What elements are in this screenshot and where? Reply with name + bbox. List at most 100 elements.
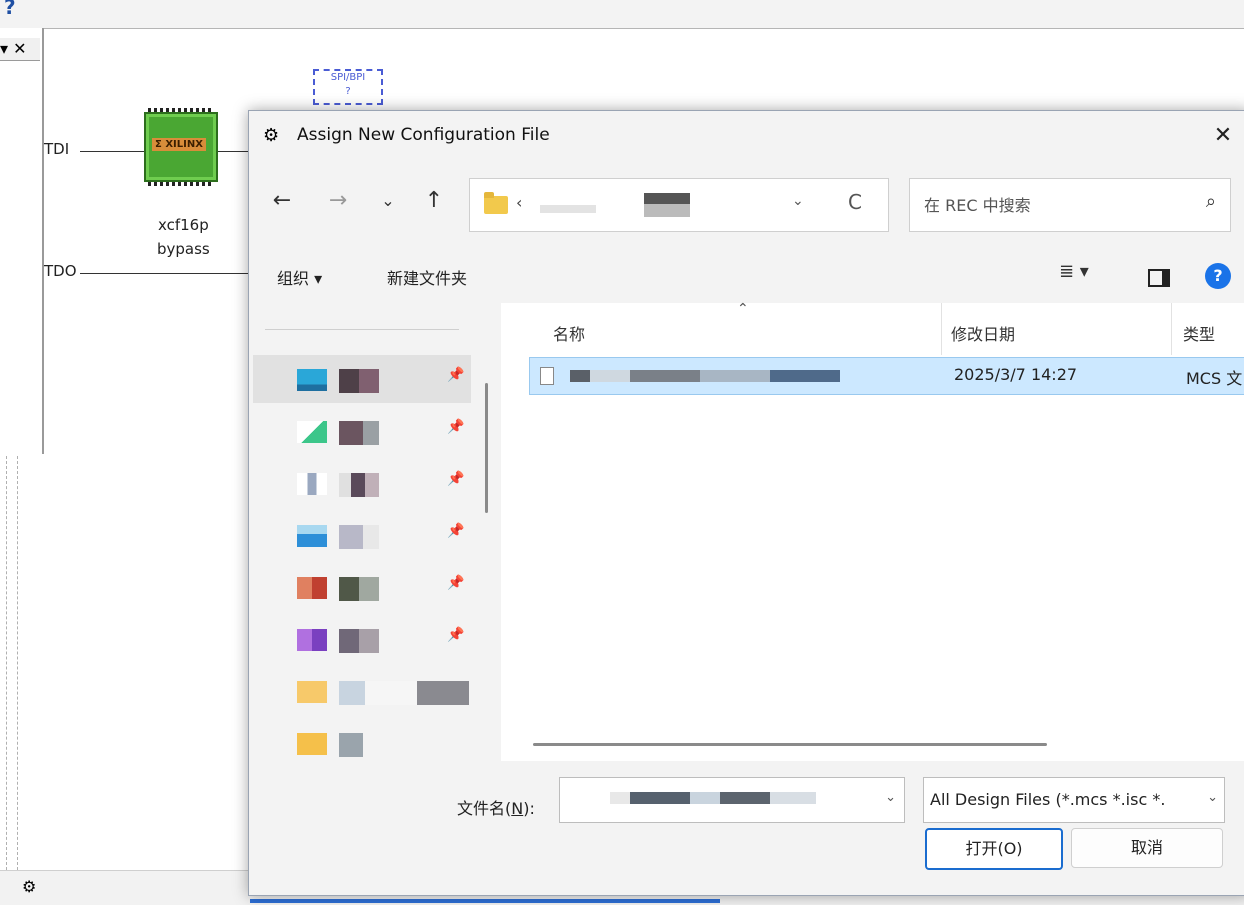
nav-separator bbox=[265, 329, 459, 330]
filename-accel-key: N bbox=[511, 799, 524, 818]
nav-item-folder-2[interactable] bbox=[253, 719, 471, 767]
left-panel-divider bbox=[6, 456, 18, 870]
filename-value-blurred bbox=[610, 792, 816, 804]
chip-mode-label: bypass bbox=[157, 240, 210, 258]
pin-icon[interactable]: 📌 bbox=[447, 627, 464, 643]
column-divider[interactable] bbox=[1171, 303, 1172, 355]
file-type-filter[interactable]: All Design Files (*.mcs *.isc *. ⌄ bbox=[923, 777, 1225, 823]
xilinx-chip-icon[interactable]: Σ XILINX bbox=[144, 108, 218, 186]
pin-icon[interactable]: 📌 bbox=[447, 523, 464, 539]
file-list: ⌃ 名称 修改日期 类型 2025/3/7 14:27 MCS 文 bbox=[501, 301, 1244, 761]
downloads-icon bbox=[297, 421, 327, 443]
up-arrow-icon[interactable]: ↑ bbox=[419, 186, 449, 216]
navigation-pane: 📌 📌 📌 📌 📌 📌 bbox=[249, 303, 499, 761]
spi-bpi-placeholder[interactable]: SPI/BPI ? bbox=[313, 69, 383, 105]
documents-icon bbox=[297, 473, 327, 495]
search-box[interactable]: ⌕ bbox=[909, 178, 1231, 232]
folder-icon bbox=[297, 681, 327, 703]
spi-label: SPI/BPI bbox=[330, 72, 366, 83]
nav-item-quick-access-6[interactable]: 📌 bbox=[253, 615, 471, 663]
column-header-type[interactable]: 类型 bbox=[1183, 321, 1215, 345]
left-panel-header: ▾ ✕ bbox=[0, 38, 40, 61]
nav-label-blurred bbox=[339, 629, 379, 653]
file-open-dialog: ⚙ Assign New Configuration File ✕ ← → ⌄ … bbox=[248, 110, 1244, 896]
nav-item-quick-access-5[interactable]: 📌 bbox=[253, 563, 471, 611]
pin-icon[interactable]: 📌 bbox=[447, 575, 464, 591]
help-icon[interactable]: ? bbox=[1205, 263, 1231, 289]
new-folder-button[interactable]: 新建文件夹 bbox=[387, 265, 467, 289]
chip-brand-label: Σ XILINX bbox=[152, 138, 206, 151]
folder-icon bbox=[297, 733, 327, 755]
nav-item-folder-1[interactable] bbox=[253, 667, 471, 715]
refresh-icon[interactable]: C bbox=[848, 190, 862, 214]
cancel-button[interactable]: 取消 bbox=[1071, 828, 1223, 868]
tdo-wire bbox=[80, 273, 248, 274]
chip-part-label: xcf16p bbox=[158, 216, 209, 234]
view-options-icon[interactable]: ≣ ▾ bbox=[1059, 261, 1089, 282]
nav-label-blurred bbox=[339, 421, 379, 445]
panel-controls[interactable]: ▾ ✕ bbox=[0, 39, 27, 58]
music-icon bbox=[297, 577, 327, 599]
desktop-icon bbox=[297, 369, 327, 391]
search-input[interactable] bbox=[922, 191, 1176, 219]
nav-item-quick-access-4[interactable]: 📌 bbox=[253, 511, 471, 559]
address-dropdown-icon[interactable]: ⌄ bbox=[792, 193, 804, 209]
videos-icon bbox=[297, 629, 327, 651]
tdi-wire bbox=[80, 151, 144, 152]
nav-scrollbar[interactable] bbox=[485, 383, 488, 513]
nav-item-quick-access-1[interactable]: 📌 bbox=[253, 355, 471, 403]
dialog-titlebar[interactable]: ⚙ Assign New Configuration File ✕ bbox=[249, 111, 1244, 161]
tdi-label: TDI bbox=[44, 140, 70, 158]
pin-icon[interactable]: 📌 bbox=[447, 419, 464, 435]
file-type-filter-value: All Design Files (*.mcs *.isc *. bbox=[930, 790, 1166, 809]
file-icon bbox=[540, 367, 554, 385]
column-header-modified[interactable]: 修改日期 bbox=[951, 321, 1015, 345]
sort-ascending-icon: ⌃ bbox=[737, 301, 749, 317]
filename-label: 文件名(N): bbox=[457, 795, 535, 819]
chevron-down-icon[interactable]: ⌄ bbox=[885, 790, 896, 805]
organize-button[interactable]: 组织 ▾ bbox=[277, 265, 322, 289]
left-panel: ▾ ✕ bbox=[0, 28, 44, 454]
address-bar[interactable]: ‹ ⌄ C bbox=[469, 178, 889, 232]
file-name-blurred bbox=[570, 370, 840, 382]
spi-mark: ? bbox=[345, 86, 351, 97]
file-list-scrollbar[interactable] bbox=[533, 743, 1047, 746]
chevron-down-icon[interactable]: ⌄ bbox=[1207, 790, 1218, 805]
help-cursor-icon[interactable]: ? bbox=[4, 0, 16, 19]
address-segment-blurred-2 bbox=[644, 193, 690, 217]
chip-pins-top bbox=[148, 108, 214, 112]
app-toolbar: ? bbox=[0, 0, 1244, 29]
column-divider[interactable] bbox=[941, 303, 942, 355]
pin-icon[interactable]: 📌 bbox=[447, 367, 464, 383]
nav-label-blurred bbox=[339, 525, 379, 549]
nav-label-blurred bbox=[339, 577, 379, 601]
chip-pins-bottom bbox=[148, 182, 214, 186]
file-type: MCS 文 bbox=[1186, 369, 1243, 388]
command-bar: 组织 ▾ 新建文件夹 ≣ ▾ bbox=[249, 251, 1244, 303]
pictures-icon bbox=[297, 525, 327, 547]
navigation-bar: ← → ⌄ ↑ ‹ ⌄ C ⌕ bbox=[249, 169, 1244, 241]
pin-icon[interactable]: 📌 bbox=[447, 471, 464, 487]
nav-item-quick-access-2[interactable]: 📌 bbox=[253, 407, 471, 455]
chip-out-wire bbox=[214, 151, 248, 152]
back-arrow-icon[interactable]: ← bbox=[267, 186, 297, 216]
column-header-name[interactable]: 名称 bbox=[553, 321, 585, 345]
nav-item-quick-access-3[interactable]: 📌 bbox=[253, 459, 471, 507]
filename-input[interactable]: ⌄ bbox=[559, 777, 905, 823]
filename-label-pre: 文件名( bbox=[457, 799, 512, 818]
forward-arrow-icon[interactable]: → bbox=[323, 186, 353, 216]
recent-locations-icon[interactable]: ⌄ bbox=[373, 186, 403, 216]
preview-pane-icon[interactable] bbox=[1148, 269, 1170, 287]
nav-label-blurred bbox=[339, 473, 379, 497]
close-icon[interactable]: ✕ bbox=[1205, 119, 1241, 153]
nav-label-blurred bbox=[339, 681, 469, 705]
dialog-title: Assign New Configuration File bbox=[297, 125, 550, 145]
status-progress-strip bbox=[250, 899, 720, 903]
search-icon[interactable]: ⌕ bbox=[1206, 191, 1216, 212]
file-row-selected[interactable]: 2025/3/7 14:27 MCS 文 bbox=[529, 357, 1244, 395]
file-modified-date: 2025/3/7 14:27 bbox=[954, 365, 1078, 384]
address-chevron: ‹ bbox=[516, 193, 523, 212]
open-button[interactable]: 打开(O) bbox=[925, 828, 1063, 870]
dialog-app-icon: ⚙ bbox=[263, 125, 280, 146]
dialog-footer: 文件名(N): ⌄ All Design Files (*.mcs *.isc … bbox=[249, 761, 1244, 895]
